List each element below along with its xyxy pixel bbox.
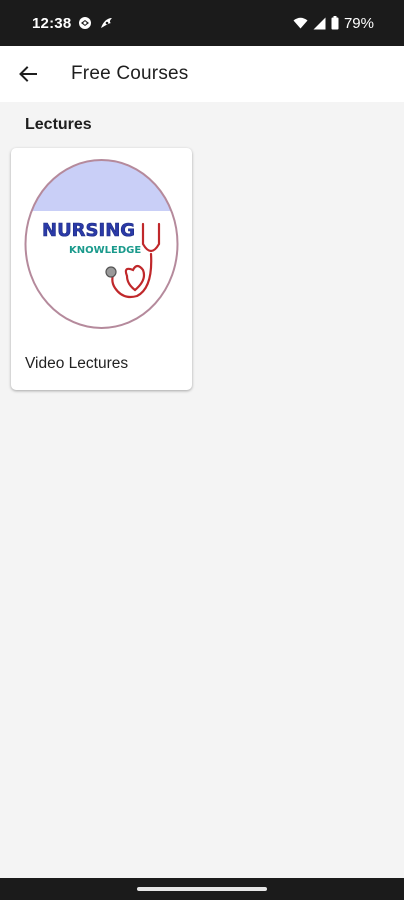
logo-knowledge-text: KNOWLEDGE [69, 245, 141, 256]
back-button[interactable] [0, 46, 56, 102]
vpn-icon [78, 16, 92, 30]
battery-icon [331, 16, 339, 30]
app-bar: Free Courses [0, 46, 404, 102]
cell-signal-icon [313, 17, 326, 30]
logo-nursing-text: NURSING [42, 220, 135, 241]
status-right: 79% [293, 15, 374, 32]
course-thumbnail: NURSING KNOWLEDGE [24, 159, 179, 329]
navigation-bar [0, 878, 404, 900]
arrow-left-icon [19, 66, 37, 82]
wifi-icon [293, 17, 308, 29]
status-time: 12:38 [32, 14, 72, 32]
battery-percent: 79% [343, 14, 374, 32]
page-title: Free Courses [71, 63, 189, 84]
section-title: Lectures [25, 116, 92, 133]
main-content: Lectures NURSING KNOWLEDGE Video Lecture… [0, 102, 404, 878]
status-left: 12:38 [32, 15, 114, 32]
status-bar: 12:38 79% [0, 0, 404, 46]
app-notification-icon [99, 16, 114, 30]
course-card-video-lectures[interactable]: NURSING KNOWLEDGE Video Lectures [11, 148, 192, 390]
home-indicator[interactable] [137, 887, 267, 891]
course-label: Video Lectures [25, 355, 129, 372]
